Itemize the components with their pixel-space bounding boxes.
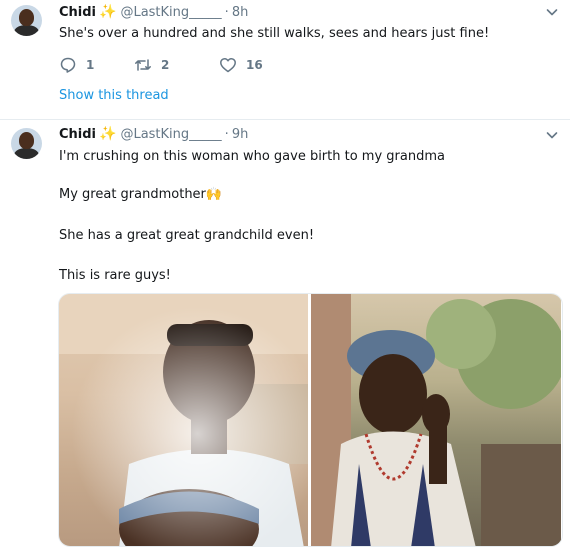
raising-hands-emoji: 🙌 <box>205 187 223 202</box>
photo-grandmother[interactable] <box>311 294 561 546</box>
tweet-text-line-3: She has a great great grandchild even! <box>59 228 315 243</box>
tweet-media <box>58 293 563 547</box>
selfie-illustration <box>59 294 308 546</box>
display-name[interactable]: Chidi <box>59 5 96 20</box>
timestamp[interactable]: 9h <box>232 127 249 142</box>
tweet-2[interactable]: Chidi ✨ @LastKing_____ · 9h I'm crushing… <box>0 121 570 549</box>
reply-button[interactable]: 1 <box>59 56 134 74</box>
retweet-icon <box>135 59 151 71</box>
avatar[interactable] <box>11 128 42 159</box>
tweet-text-line-1: I'm crushing on this woman who gave birt… <box>59 149 445 164</box>
display-name[interactable]: Chidi <box>59 127 96 142</box>
photo-selfie[interactable] <box>59 294 311 546</box>
user-handle[interactable]: @LastKing_____ <box>120 127 221 142</box>
like-button[interactable]: 16 <box>219 56 263 74</box>
separator-dot: · <box>224 127 229 142</box>
heart-icon <box>220 57 236 73</box>
tweet-1[interactable]: Chidi ✨ @LastKing_____ · 8h She's over a… <box>0 0 570 120</box>
user-handle[interactable]: @LastKing_____ <box>120 5 221 20</box>
tweet-header: Chidi ✨ @LastKing_____ · 9h <box>59 126 248 142</box>
sparkle-emoji: ✨ <box>99 4 117 20</box>
tweet-header: Chidi ✨ @LastKing_____ · 8h <box>59 4 248 20</box>
timestamp[interactable]: 8h <box>232 5 249 20</box>
tweet-text-line-4: This is rare guys! <box>59 268 171 283</box>
sparkle-emoji: ✨ <box>99 126 117 142</box>
show-thread-link[interactable]: Show this thread <box>59 88 169 103</box>
tweet-text: She's over a hundred and she still walks… <box>59 26 490 41</box>
like-count: 16 <box>246 58 263 72</box>
separator-dot: · <box>224 5 229 20</box>
reply-icon <box>60 57 76 73</box>
avatar[interactable] <box>11 5 42 36</box>
reply-count: 1 <box>86 58 95 72</box>
chevron-down-icon[interactable] <box>546 6 558 18</box>
chevron-down-icon[interactable] <box>546 129 558 141</box>
tweet-text-line-2-text: My great grandmother <box>59 187 206 202</box>
retweet-count: 2 <box>161 58 170 72</box>
tweet-actions: 1 2 16 <box>59 56 263 74</box>
tweet-text-line-2: My great grandmother🙌 <box>59 186 222 203</box>
retweet-button[interactable]: 2 <box>134 56 219 74</box>
grandmother-illustration <box>311 294 561 546</box>
